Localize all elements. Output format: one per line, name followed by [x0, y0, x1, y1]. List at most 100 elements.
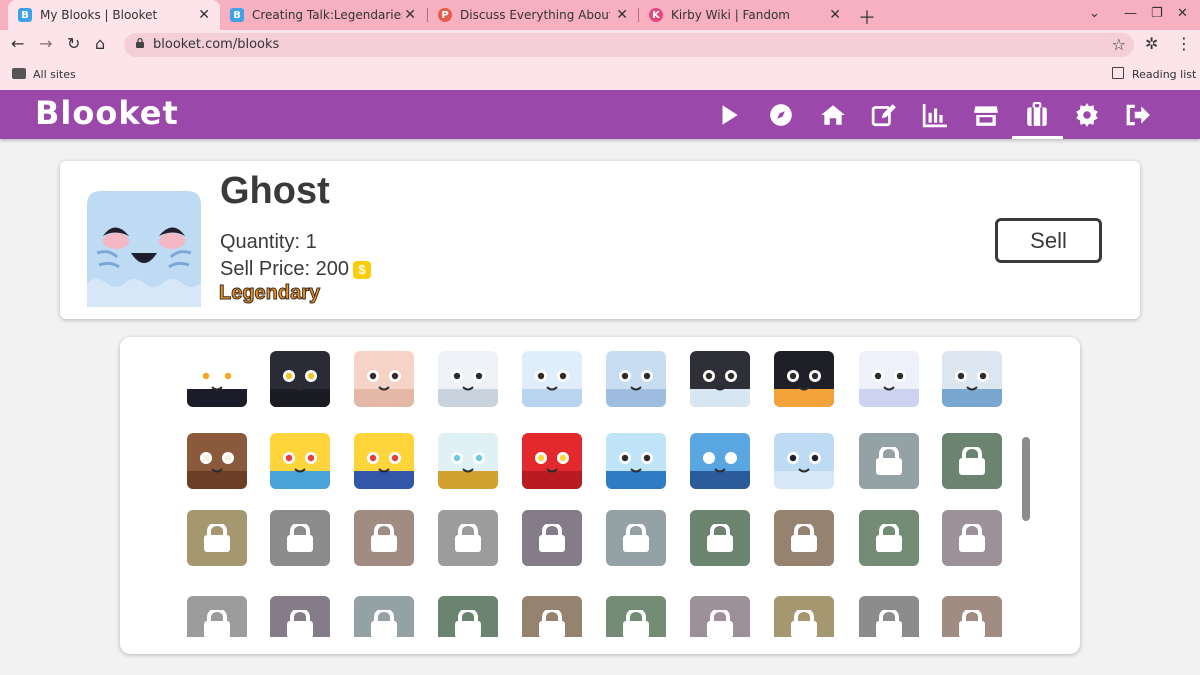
folder-icon [12, 68, 26, 79]
address-bar[interactable]: blooket.com/blooks ☆ [124, 33, 1134, 57]
market-icon[interactable] [961, 90, 1011, 139]
new-tab-icon[interactable]: ＋ [858, 4, 876, 30]
lock-icon [204, 610, 230, 637]
bookmark-star-icon[interactable]: ☆ [1112, 35, 1126, 54]
locked-blook[interactable] [942, 596, 1002, 637]
locked-blook[interactable] [859, 433, 919, 489]
blook-walrus[interactable] [187, 433, 247, 489]
tab-creating-talk[interactable]: B Creating Talk:Legendaries | Blooket ✕ [220, 0, 426, 30]
compass-icon[interactable] [756, 90, 806, 139]
blook-golden-king[interactable] [354, 433, 414, 489]
blook-info-card: Ghost Quantity: 1 Sell Price: 200 $ Legen… [60, 161, 1140, 319]
seal-blook-icon [942, 351, 1002, 407]
blooks-grid [120, 337, 1080, 637]
blooket-logo[interactable]: Blooket [35, 94, 179, 132]
close-tab-icon[interactable]: ✕ [616, 7, 628, 23]
blook-baby-penguin[interactable] [690, 351, 750, 407]
play-icon[interactable] [704, 90, 754, 139]
back-icon[interactable]: ← [11, 34, 24, 53]
blook-toucan[interactable] [187, 351, 247, 407]
forward-icon[interactable]: → [39, 34, 52, 53]
blook-slime-tablet[interactable] [438, 433, 498, 489]
blook-whale[interactable] [606, 433, 666, 489]
locked-blook[interactable] [354, 596, 414, 637]
blook-seal[interactable] [942, 351, 1002, 407]
locked-blook[interactable] [270, 510, 330, 566]
tab-search-icon[interactable]: ⌄ [1089, 6, 1100, 21]
blooket-favicon-icon: B [230, 8, 244, 22]
locked-blook[interactable] [774, 596, 834, 637]
scrollbar-thumb[interactable] [1022, 437, 1030, 521]
locked-blook[interactable] [859, 596, 919, 637]
home-icon[interactable] [808, 90, 858, 139]
reading-list-button[interactable]: Reading list [1132, 68, 1196, 81]
locked-blook[interactable] [438, 596, 498, 637]
locked-blook[interactable] [522, 510, 582, 566]
shark-blook-icon [690, 433, 750, 489]
golden-king-blook-icon [354, 433, 414, 489]
blook-penguin[interactable] [774, 351, 834, 407]
locked-blook[interactable] [354, 510, 414, 566]
lock-icon [876, 524, 902, 552]
tab-my-blooks[interactable]: B My Blooks | Blooket ✕ [8, 0, 220, 30]
blook-panther[interactable] [270, 351, 330, 407]
menu-icon[interactable]: ⋮ [1176, 34, 1192, 53]
settings-icon[interactable] [1062, 90, 1112, 139]
tab-kirby-wiki[interactable]: K Kirby Wiki | Fandom ✕ [639, 0, 851, 30]
lock-icon [876, 447, 902, 475]
tab-prodigy[interactable]: P Discuss Everything About Prodigy ✕ [428, 0, 638, 30]
locked-blook[interactable] [859, 510, 919, 566]
sell-button[interactable]: Sell [995, 218, 1102, 263]
restore-icon[interactable]: ❐ [1151, 6, 1163, 21]
lock-icon [707, 524, 733, 552]
locked-blook[interactable] [270, 596, 330, 637]
reload-icon[interactable]: ↻ [67, 34, 80, 53]
all-sites-bookmark[interactable]: All sites [33, 68, 76, 81]
locked-blook[interactable] [690, 510, 750, 566]
blook-arctic-wolf[interactable] [606, 351, 666, 407]
stats-icon[interactable] [910, 90, 960, 139]
locked-blook[interactable] [690, 596, 750, 637]
whale-blook-icon [606, 433, 666, 489]
blook-red-robot[interactable] [522, 433, 582, 489]
alpaca-blook-icon [354, 351, 414, 407]
locked-blook[interactable] [942, 510, 1002, 566]
blook-shark[interactable] [690, 433, 750, 489]
close-window-icon[interactable]: ✕ [1177, 6, 1188, 21]
blooks-icon[interactable] [1012, 90, 1062, 139]
home-browser-icon[interactable]: ⌂ [95, 34, 105, 53]
blook-chick-king[interactable] [270, 433, 330, 489]
locked-blook[interactable] [438, 510, 498, 566]
close-tab-icon[interactable]: ✕ [829, 7, 841, 23]
browser-toolbar: ← → ↻ ⌂ blooket.com/blooks ☆ ✲ ⋮ [0, 30, 1200, 60]
red-robot-blook-icon [522, 433, 582, 489]
toucan-blook-icon [187, 351, 247, 407]
locked-blook[interactable] [942, 433, 1002, 489]
locked-blook[interactable] [522, 596, 582, 637]
locked-blook[interactable] [187, 510, 247, 566]
edit-icon[interactable] [859, 90, 909, 139]
locked-blook[interactable] [606, 510, 666, 566]
locked-blook[interactable] [187, 596, 247, 637]
locked-blook[interactable] [606, 596, 666, 637]
extensions-icon[interactable]: ✲ [1145, 34, 1158, 53]
blook-arctic-hare[interactable] [859, 351, 919, 407]
blook-ghost[interactable] [774, 433, 834, 489]
arctic-wolf-blook-icon [606, 351, 666, 407]
lock-icon [959, 524, 985, 552]
browser-tab-bar: B My Blooks | Blooket ✕ B Creating Talk:… [0, 0, 1200, 30]
blook-sell-price: Sell Price: 200 $ [220, 258, 371, 281]
blook-snowy-owl[interactable] [438, 351, 498, 407]
minimize-icon[interactable]: — [1124, 6, 1137, 21]
tab-title: Creating Talk:Legendaries | Blooket [252, 8, 402, 22]
close-tab-icon[interactable]: ✕ [404, 7, 416, 23]
tab-title: Discuss Everything About Prodigy [460, 8, 610, 22]
locked-blook[interactable] [774, 510, 834, 566]
arctic-hare-blook-icon [859, 351, 919, 407]
lock-icon [455, 524, 481, 552]
logout-icon[interactable] [1113, 90, 1163, 139]
blook-alpaca[interactable] [354, 351, 414, 407]
close-tab-icon[interactable]: ✕ [198, 7, 210, 23]
blook-polar-bear[interactable] [522, 351, 582, 407]
lock-icon [287, 610, 313, 637]
